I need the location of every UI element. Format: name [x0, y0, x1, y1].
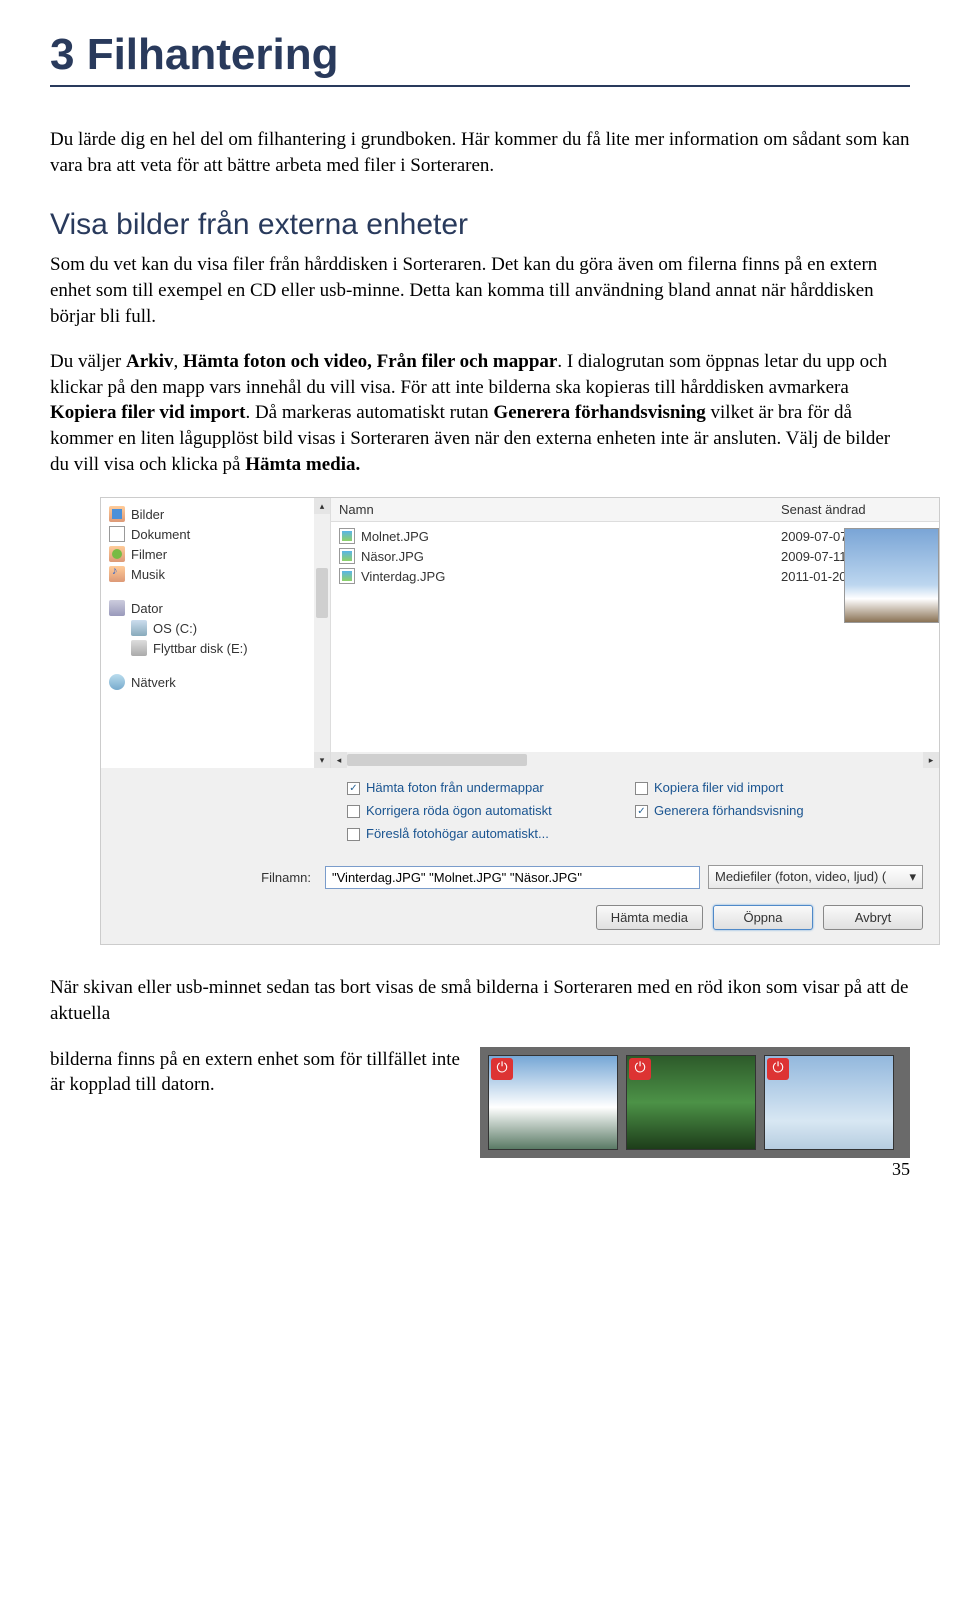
offline-indicator-icon: ⏻ [491, 1058, 513, 1080]
scroll-thumb[interactable] [316, 568, 328, 618]
folder-tree: Bilder Dokument Filmer Musik Dator OS [101, 498, 331, 768]
file-name: Vinterdag.JPG [361, 569, 445, 584]
import-options: Hämta foton från undermappar Korrigera r… [101, 768, 939, 861]
tree-label: Dator [131, 601, 163, 616]
checkbox-icon[interactable] [347, 828, 360, 841]
tree-item[interactable]: OS (C:) [109, 618, 330, 638]
tree-item[interactable]: Bilder [109, 504, 330, 524]
text: Du väljer [50, 351, 126, 372]
option-copy-on-import[interactable]: Kopiera filer vid import [635, 780, 923, 795]
chapter-title: 3 Filhantering [50, 30, 910, 87]
checkbox-icon[interactable] [635, 805, 648, 818]
filename-row: Filnamn: Mediefiler (foton, video, ljud)… [101, 861, 939, 897]
filename-label: Filnamn: [117, 870, 317, 885]
text: . Då markeras automatiskt rutan [245, 402, 493, 423]
filetype-dropdown[interactable]: Mediefiler (foton, video, ljud) ( ▾ [708, 865, 923, 889]
tree-item[interactable]: Musik [109, 564, 330, 584]
menu-ref-arkiv: Arkiv [126, 351, 174, 372]
checkbox-icon[interactable] [635, 782, 648, 795]
usb-drive-icon [131, 640, 147, 656]
tree-item[interactable]: Dator [109, 598, 330, 618]
thumbnail[interactable]: ⏻ [626, 1055, 756, 1150]
section-title: Visa bilder från externa enheter [50, 208, 910, 242]
tree-scrollbar[interactable]: ▴ ▾ [314, 498, 330, 768]
sorter-thumbnails: ⏻ ⏻ ⏻ [480, 1047, 910, 1158]
filetype-value: Mediefiler (foton, video, ljud) ( [715, 869, 886, 885]
tree-item[interactable]: Flyttbar disk (E:) [109, 638, 330, 658]
open-button[interactable]: Öppna [713, 905, 813, 930]
after-paragraph-2: bilderna finns på en extern enhet som fö… [50, 1047, 460, 1098]
checkbox-icon[interactable] [347, 805, 360, 818]
tree-item[interactable]: Nätverk [109, 672, 330, 692]
after-paragraph-1: När skivan eller usb-minnet sedan tas bo… [50, 975, 910, 1026]
dialog-buttons: Hämta media Öppna Avbryt [101, 897, 939, 944]
filename-input[interactable] [325, 866, 700, 889]
option-redeye[interactable]: Korrigera röda ögon automatiskt [347, 803, 635, 818]
file-name: Näsor.JPG [361, 549, 424, 564]
fetch-media-button[interactable]: Hämta media [596, 905, 703, 930]
chevron-down-icon: ▾ [909, 869, 916, 885]
file-name: Molnet.JPG [361, 529, 429, 544]
paragraph-2: Du väljer Arkiv, Hämta foton och video, … [50, 349, 910, 477]
checkbox-label: Generera förhandsvisning [654, 803, 804, 818]
scroll-up-icon[interactable]: ▴ [314, 498, 330, 514]
option-subfolders[interactable]: Hämta foton från undermappar [347, 780, 635, 795]
checkbox-label: Föreslå fotohögar automatiskt... [366, 826, 549, 841]
scroll-down-icon[interactable]: ▾ [314, 752, 330, 768]
file-dialog-screenshot: Bilder Dokument Filmer Musik Dator OS [100, 497, 940, 945]
pictures-folder-icon [109, 506, 125, 522]
option-generate-preview[interactable]: Generera förhandsvisning [635, 803, 923, 818]
page-number: 35 [892, 1159, 910, 1180]
tree-label: Dokument [131, 527, 190, 542]
image-file-icon [339, 528, 355, 544]
document-icon [109, 526, 125, 542]
checkbox-label: Hämta foton från undermappar [366, 780, 544, 795]
horizontal-scrollbar[interactable]: ◂ ▸ [331, 752, 939, 768]
tree-label: Bilder [131, 507, 164, 522]
menu-ref-hamta: Hämta foton och video, Från filer och ma… [183, 351, 557, 372]
checkbox-label: Korrigera röda ögon automatiskt [366, 803, 552, 818]
button-ref-hamta-media: Hämta media. [245, 454, 360, 475]
music-folder-icon [109, 566, 125, 582]
tree-label: Musik [131, 567, 165, 582]
intro-paragraph: Du lärde dig en hel del om filhantering … [50, 127, 910, 178]
preview-thumbnail [844, 528, 939, 623]
option-suggest-stacks[interactable]: Föreslå fotohögar automatiskt... [347, 826, 635, 841]
videos-folder-icon [109, 546, 125, 562]
option-ref-generera: Generera förhandsvisning [493, 402, 705, 423]
paragraph-1: Som du vet kan du visa filer från hårddi… [50, 252, 910, 329]
option-ref-kopiera: Kopiera filer vid import [50, 402, 245, 423]
offline-indicator-icon: ⏻ [629, 1058, 651, 1080]
thumbnail[interactable]: ⏻ [764, 1055, 894, 1150]
scroll-thumb[interactable] [347, 754, 527, 766]
thumbnail[interactable]: ⏻ [488, 1055, 618, 1150]
tree-label: Filmer [131, 547, 167, 562]
tree-item[interactable]: Filmer [109, 544, 330, 564]
tree-label: OS (C:) [153, 621, 197, 636]
cancel-button[interactable]: Avbryt [823, 905, 923, 930]
text: , [173, 351, 183, 372]
file-list-area: Namn Senast ändrad Molnet.JPG 2009-07-07… [331, 498, 939, 768]
network-icon [109, 674, 125, 690]
offline-indicator-icon: ⏻ [767, 1058, 789, 1080]
tree-label: Nätverk [131, 675, 176, 690]
checkbox-icon[interactable] [347, 782, 360, 795]
column-header-name[interactable]: Namn [339, 502, 781, 517]
image-file-icon [339, 568, 355, 584]
checkbox-label: Kopiera filer vid import [654, 780, 783, 795]
file-list-header: Namn Senast ändrad [331, 498, 939, 522]
image-file-icon [339, 548, 355, 564]
tree-item[interactable]: Dokument [109, 524, 330, 544]
tree-label: Flyttbar disk (E:) [153, 641, 248, 656]
computer-icon [109, 600, 125, 616]
scroll-right-icon[interactable]: ▸ [923, 752, 939, 768]
disk-icon [131, 620, 147, 636]
column-header-date[interactable]: Senast ändrad [781, 502, 931, 517]
scroll-left-icon[interactable]: ◂ [331, 752, 347, 768]
